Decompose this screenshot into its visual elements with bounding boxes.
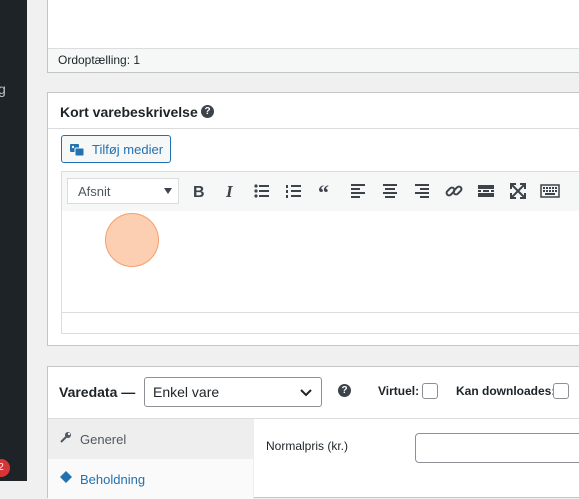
product-data-panel: Varedata — Enkel vare ? Virtuel: Kan dow… [47,366,579,499]
numbered-list-icon[interactable] [283,180,305,202]
regular-price-label: Normalpris (kr.) [266,439,349,453]
downloadable-checkbox[interactable] [553,383,569,399]
svg-text:“: “ [318,180,329,202]
sidebar-menu-label[interactable]: g [0,81,6,97]
divider [48,128,579,129]
editor-toolbar: Afsnit B I “ [61,171,579,213]
content-editor-area[interactable] [48,0,579,47]
wrench-icon [60,432,71,443]
add-media-label: Tilføj medier [92,142,164,157]
tab-label: Beholdning [80,472,146,487]
tab-label: Generel [80,432,127,447]
click-indicator [105,213,159,267]
add-media-button[interactable]: Tilføj medier [61,135,171,163]
content-editor-panel: Ordoptælling: 1 [47,0,579,73]
product-data-title: Varedata — [59,384,136,400]
admin-sidebar: g 2 [0,0,27,481]
toolbar-toggle-icon[interactable] [539,180,561,202]
blockquote-icon[interactable]: “ [315,180,337,202]
caret-down-icon [164,188,172,194]
italic-icon[interactable]: I [219,180,241,202]
link-icon[interactable] [443,180,465,202]
editor-status-bar [61,312,579,334]
virtual-checkbox[interactable] [422,383,438,399]
svg-text:I: I [225,182,234,201]
inventory-icon [60,471,72,483]
product-type-value: Enkel vare [153,384,220,400]
downloadable-label: Kan downloades: [456,384,556,398]
help-icon[interactable]: ? [338,384,351,397]
format-select[interactable]: Afsnit [67,178,179,204]
short-description-title: Kort varebeskrivelse [60,104,198,120]
align-right-icon[interactable] [411,180,433,202]
product-data-tabs: Generel Beholdning [48,419,254,499]
bold-icon[interactable]: B [187,180,209,202]
notification-badge: 2 [0,459,10,477]
word-count: Ordoptælling: 1 [48,48,579,72]
bullet-list-icon[interactable] [251,180,273,202]
virtual-label: Virtuel: [378,384,420,398]
help-icon[interactable]: ? [201,105,214,118]
tab-general[interactable]: Generel [48,419,253,459]
product-type-select[interactable]: Enkel vare [144,377,322,407]
format-select-value: Afsnit [78,184,111,199]
align-center-icon[interactable] [379,180,401,202]
media-icon [70,144,84,156]
tab-inventory[interactable]: Beholdning [48,459,253,499]
svg-text:B: B [193,184,205,201]
read-more-icon[interactable] [475,180,497,202]
fullscreen-icon[interactable] [507,180,529,202]
regular-price-input[interactable] [415,433,579,463]
chevron-down-icon [300,389,312,397]
align-left-icon[interactable] [347,180,369,202]
